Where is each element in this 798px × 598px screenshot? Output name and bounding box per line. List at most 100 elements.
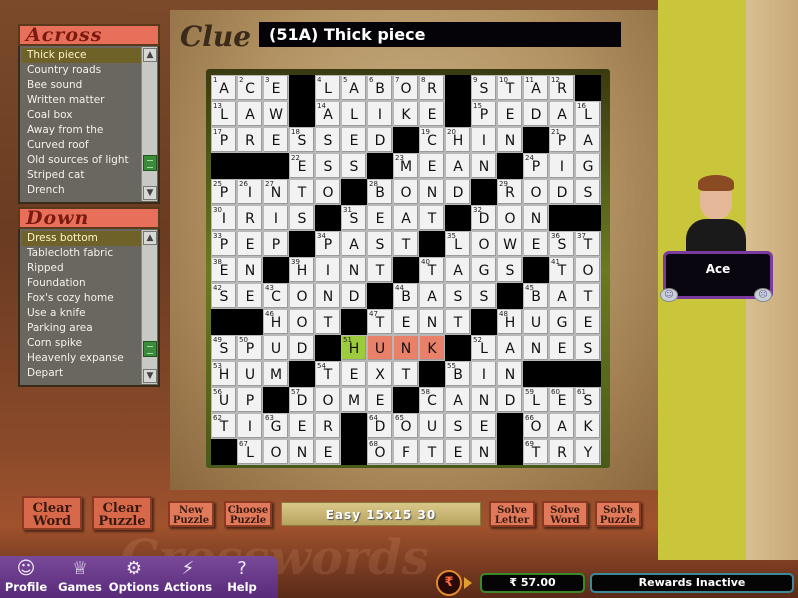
grid-cell[interactable]: 3E xyxy=(263,75,289,101)
grid-cell[interactable]: N xyxy=(341,257,367,283)
grid-cell[interactable]: S xyxy=(575,335,601,361)
grid-cell[interactable]: E xyxy=(237,231,263,257)
grid-cell[interactable]: T xyxy=(393,231,419,257)
across-clue-item[interactable]: Bee sound xyxy=(22,78,142,93)
nav-games[interactable]: ♕ Games xyxy=(54,558,106,594)
frown-icon[interactable]: ☹ xyxy=(754,288,772,302)
across-clue-item[interactable]: Thick piece xyxy=(22,48,142,63)
grid-cell[interactable]: 9S xyxy=(471,75,497,101)
scroll-down-icon[interactable]: ▼ xyxy=(143,369,157,383)
grid-cell[interactable]: P xyxy=(237,387,263,413)
grid-cell[interactable]: 49 S xyxy=(211,335,237,361)
scroll-up-icon[interactable]: ▲ xyxy=(143,231,157,245)
grid-cell[interactable]: 62 T xyxy=(211,413,237,439)
scroll-up-icon[interactable]: ▲ xyxy=(143,48,157,62)
across-clue-item[interactable]: Country roads xyxy=(22,63,142,78)
grid-cell[interactable]: U xyxy=(523,309,549,335)
smiley-icon[interactable]: ☺ xyxy=(660,288,678,302)
grid-cell[interactable]: 18 S xyxy=(289,127,315,153)
grid-cell[interactable]: 13 L xyxy=(211,101,237,127)
grid-cell[interactable]: 28 B xyxy=(367,179,393,205)
scroll-thumb[interactable] xyxy=(143,154,157,171)
grid-cell[interactable]: N xyxy=(289,439,315,465)
across-clue-item[interactable]: Written matter xyxy=(22,93,142,108)
grid-cell[interactable]: D xyxy=(341,283,367,309)
grid-cell[interactable]: O xyxy=(471,231,497,257)
grid-cell[interactable]: E xyxy=(237,283,263,309)
grid-cell[interactable]: E xyxy=(523,231,549,257)
grid-cell[interactable]: 59 L xyxy=(523,387,549,413)
grid-cell[interactable]: S xyxy=(497,257,523,283)
grid-cell[interactable]: I xyxy=(315,257,341,283)
grid-cell[interactable]: T xyxy=(367,257,393,283)
grid-cell[interactable]: 55 B xyxy=(445,361,471,387)
grid-cell[interactable]: S xyxy=(315,127,341,153)
grid-cell[interactable]: D xyxy=(523,101,549,127)
grid-cell[interactable]: T xyxy=(419,439,445,465)
across-clue-item[interactable]: Striped cat xyxy=(22,168,142,183)
grid-cell[interactable]: 6B xyxy=(367,75,393,101)
grid-cell[interactable]: E xyxy=(497,101,523,127)
grid-cell[interactable]: R xyxy=(237,127,263,153)
solve-letter-button[interactable]: Solve Letter xyxy=(489,501,535,527)
grid-cell[interactable]: D xyxy=(289,335,315,361)
grid-cell[interactable]: S xyxy=(341,153,367,179)
choose-puzzle-button[interactable]: Choose Puzzle xyxy=(224,501,272,527)
grid-cell[interactable]: E xyxy=(393,309,419,335)
grid-cell[interactable]: X xyxy=(367,361,393,387)
grid-cell[interactable]: 10 T xyxy=(497,75,523,101)
grid-cell[interactable]: E xyxy=(315,439,341,465)
currency-icon[interactable]: ₹ xyxy=(436,570,462,596)
grid-cell[interactable]: 36 S xyxy=(549,231,575,257)
grid-cell[interactable]: 27 N xyxy=(263,179,289,205)
grid-cell[interactable]: 7O xyxy=(393,75,419,101)
grid-cell[interactable]: E xyxy=(367,387,393,413)
down-clue-item[interactable]: Ripped xyxy=(22,261,142,276)
grid-cell[interactable]: 20 H xyxy=(445,127,471,153)
down-clue-item[interactable]: Dress bottom xyxy=(22,231,142,246)
grid-cell[interactable]: N xyxy=(419,309,445,335)
grid-cell[interactable]: 16 L xyxy=(575,101,601,127)
grid-cell[interactable]: 21 P xyxy=(549,127,575,153)
grid-cell[interactable]: 53 H xyxy=(211,361,237,387)
grid-cell[interactable]: F xyxy=(393,439,419,465)
across-clue-item[interactable]: Away from the xyxy=(22,123,142,138)
grid-cell[interactable]: E xyxy=(419,153,445,179)
grid-cell[interactable]: I xyxy=(549,153,575,179)
grid-cell[interactable]: S xyxy=(367,231,393,257)
new-puzzle-button[interactable]: New Puzzle xyxy=(168,501,214,527)
grid-cell[interactable]: 57 D xyxy=(289,387,315,413)
across-clue-item[interactable]: Curved roof xyxy=(22,138,142,153)
grid-cell[interactable]: L xyxy=(341,101,367,127)
across-scrollbar[interactable]: ▲ ▼ xyxy=(141,47,157,201)
grid-cell[interactable]: 34 P xyxy=(315,231,341,257)
grid-cell[interactable]: N xyxy=(237,257,263,283)
grid-cell[interactable]: T xyxy=(393,361,419,387)
grid-cell[interactable]: 32 D xyxy=(471,205,497,231)
grid-cell[interactable]: 52 L xyxy=(471,335,497,361)
across-clue-item[interactable]: Coal box xyxy=(22,108,142,123)
scroll-thumb[interactable] xyxy=(143,341,157,358)
grid-cell[interactable]: 19 C xyxy=(419,127,445,153)
grid-cell[interactable]: 12 R xyxy=(549,75,575,101)
grid-cell[interactable]: N xyxy=(393,335,419,361)
grid-cell[interactable]: N xyxy=(471,153,497,179)
grid-cell[interactable]: D xyxy=(549,179,575,205)
grid-cell[interactable]: D xyxy=(367,127,393,153)
grid-cell[interactable]: G xyxy=(549,309,575,335)
grid-cell[interactable]: 8R xyxy=(419,75,445,101)
grid-cell[interactable]: 63 G xyxy=(263,413,289,439)
grid-cell[interactable]: E xyxy=(549,335,575,361)
grid-cell[interactable]: N xyxy=(315,283,341,309)
grid-cell[interactable]: 66 O xyxy=(523,413,549,439)
grid-cell[interactable]: 64 D xyxy=(367,413,393,439)
grid-cell[interactable]: O xyxy=(315,387,341,413)
grid-cell[interactable]: S xyxy=(289,205,315,231)
grid-cell[interactable]: N xyxy=(523,335,549,361)
down-clue-item[interactable]: Fox's cozy home xyxy=(22,291,142,306)
grid-cell[interactable]: O xyxy=(497,205,523,231)
clear-puzzle-button[interactable]: Clear Puzzle xyxy=(92,496,152,530)
grid-cell[interactable]: T xyxy=(445,309,471,335)
grid-cell[interactable]: A xyxy=(237,101,263,127)
grid-cell[interactable]: E xyxy=(341,361,367,387)
